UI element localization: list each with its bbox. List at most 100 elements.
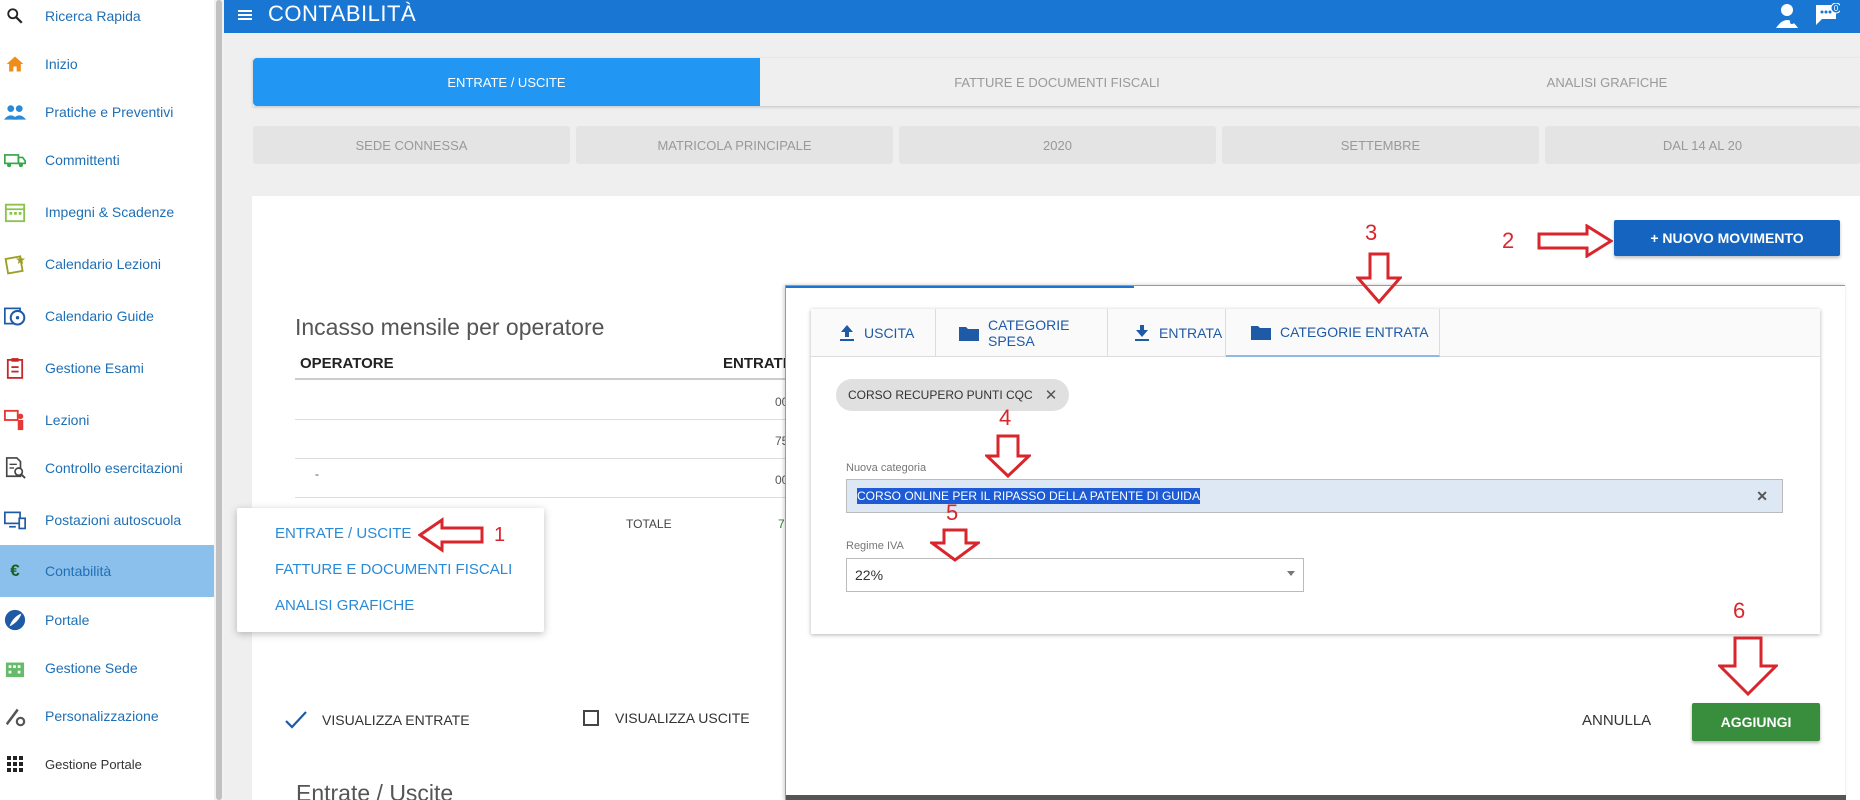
sidebar-item-calendario-guide[interactable]: Calendario Guide xyxy=(0,290,214,342)
sidebar-item-label: Portale xyxy=(45,612,89,628)
tab-label: CATEGORIE ENTRATA xyxy=(1280,324,1429,340)
annotation-2: 2 xyxy=(1502,228,1514,254)
filter-periodo[interactable]: DAL 14 AL 20 xyxy=(1545,126,1860,164)
tab-label: USCITA xyxy=(864,325,914,341)
search-icon xyxy=(4,5,26,27)
table-row: 75 xyxy=(295,420,785,459)
annulla-button[interactable]: ANNULLA xyxy=(1582,712,1651,729)
vat-select[interactable]: 22% xyxy=(846,558,1304,592)
clear-icon[interactable]: ✕ xyxy=(1756,488,1768,505)
sidebar-item-label: Lezioni xyxy=(45,412,89,428)
filter-matricola[interactable]: MATRICOLA PRINCIPALE xyxy=(576,126,893,164)
sidebar-item-postazioni[interactable]: Postazioni autoscuola xyxy=(0,494,214,546)
aggiungi-button[interactable]: AGGIUNGI xyxy=(1692,703,1820,741)
sidebar-item-ricerca-rapida[interactable]: Ricerca Rapida xyxy=(0,0,214,42)
sidebar-item-contabilita[interactable]: € Contabilità xyxy=(0,545,214,597)
sidebar: Ricerca Rapida Inizio Pratiche e Prevent… xyxy=(0,0,214,800)
new-category-label: Nuova categoria xyxy=(846,462,926,474)
total-label: TOTALE xyxy=(626,517,672,531)
annotation-5: 5 xyxy=(946,500,958,526)
dialog-bottom-edge xyxy=(786,795,1846,800)
euro-icon: € xyxy=(4,560,26,582)
chat-icon[interactable]: 0 xyxy=(1814,3,1840,27)
tab-fatture[interactable]: FATTURE E DOCUMENTI FISCALI xyxy=(760,58,1354,106)
sidebar-item-gestione-portale[interactable]: Gestione Portale xyxy=(0,738,214,790)
folder-icon xyxy=(959,325,979,341)
chip-remove-icon[interactable]: ✕ xyxy=(1045,386,1058,404)
download-icon xyxy=(1134,324,1150,342)
people-icon xyxy=(4,101,26,123)
sidebar-item-pratiche[interactable]: Pratiche e Preventivi xyxy=(0,86,214,138)
tab-analisi-grafiche[interactable]: ANALISI GRAFICHE xyxy=(1354,58,1860,106)
filter-sede[interactable]: SEDE CONNESSA xyxy=(253,126,570,164)
sidebar-item-label: Ricerca Rapida xyxy=(45,8,141,24)
annotation-arrow-down-icon xyxy=(1356,252,1402,304)
submenu-fatture[interactable]: FATTURE E DOCUMENTI FISCALI xyxy=(275,561,512,578)
sidebar-item-controllo-esercitazioni[interactable]: Controllo esercitazioni xyxy=(0,442,214,494)
sidebar-item-inizio[interactable]: Inizio xyxy=(0,38,214,90)
menu-icon[interactable] xyxy=(236,6,254,24)
category-chip[interactable]: CORSO RECUPERO PUNTI CQC ✕ xyxy=(836,379,1069,411)
user-doctor-icon[interactable] xyxy=(1774,2,1800,28)
home-icon xyxy=(4,53,26,75)
steering-icon xyxy=(4,305,26,327)
sidebar-item-committenti[interactable]: Committenti xyxy=(0,134,214,186)
teacher-icon xyxy=(4,409,26,431)
filter-mese[interactable]: SETTEMBRE xyxy=(1222,126,1539,164)
folder-icon xyxy=(1251,324,1271,340)
tab-entrate-uscite[interactable]: ENTRATE / USCITE xyxy=(253,58,760,106)
vat-value: 22% xyxy=(855,567,883,583)
table-row: - 00 xyxy=(295,459,785,498)
annotation-arrow-left-icon xyxy=(418,517,484,553)
checkbox-label: VISUALIZZA ENTRATE xyxy=(322,712,470,728)
section-title-entrate-uscite: Entrate / Uscite xyxy=(296,780,453,800)
annotation-arrow-right-icon xyxy=(1537,224,1613,258)
calendar-star-icon xyxy=(4,253,26,275)
upload-icon xyxy=(839,324,855,342)
tab-entrata[interactable]: ENTRATA xyxy=(1108,309,1226,357)
sidebar-item-label: Inizio xyxy=(45,56,78,72)
customize-icon xyxy=(4,705,26,727)
filter-anno[interactable]: 2020 xyxy=(899,126,1216,164)
visualizza-uscite-checkbox[interactable]: VISUALIZZA USCITE xyxy=(583,710,750,726)
sidebar-item-gestione-sede[interactable]: Gestione Sede xyxy=(0,642,214,694)
check-icon xyxy=(284,710,308,730)
row-operator: - xyxy=(315,467,319,481)
tab-categorie-entrata[interactable]: CATEGORIE ENTRATA xyxy=(1226,309,1440,357)
visualizza-entrate-checkbox[interactable]: VISUALIZZA ENTRATE xyxy=(284,710,470,730)
sidebar-item-calendario-lezioni[interactable]: Calendario Lezioni xyxy=(0,238,214,290)
checkbox-empty-icon xyxy=(583,710,599,726)
sidebar-item-label: Gestione Sede xyxy=(45,660,138,676)
sidebar-item-personalizzazione[interactable]: Personalizzazione xyxy=(0,690,214,742)
tab-uscita[interactable]: USCITA xyxy=(811,309,936,357)
total-value: 7 xyxy=(778,517,785,531)
nuovo-movimento-button[interactable]: + NUOVO MOVIMENTO xyxy=(1614,220,1840,256)
new-category-input[interactable]: CORSO ONLINE PER IL RIPASSO DELLA PATENT… xyxy=(846,479,1783,513)
annotation-4: 4 xyxy=(999,405,1011,431)
tab-categorie-spesa[interactable]: CATEGORIE SPESA xyxy=(936,309,1108,357)
annotation-3: 3 xyxy=(1365,220,1377,246)
sidebar-item-impegni[interactable]: Impegni & Scadenze xyxy=(0,186,214,238)
table-row: 00 xyxy=(295,381,785,420)
sidebar-scrollbar-thumb[interactable] xyxy=(216,0,222,800)
sidebar-item-label: Gestione Portale xyxy=(45,757,142,772)
sidebar-item-label: Gestione Esami xyxy=(45,360,144,376)
top-app-bar: CONTABILITÀ 0 xyxy=(224,0,1860,33)
sidebar-item-label: Pratiche e Preventivi xyxy=(45,104,173,120)
sidebar-scrollbar[interactable] xyxy=(214,0,224,800)
calendar-icon xyxy=(4,201,26,223)
new-category-value: CORSO ONLINE PER IL RIPASSO DELLA PATENT… xyxy=(857,488,1200,504)
app-root: Ricerca Rapida Inizio Pratiche e Prevent… xyxy=(0,0,1860,800)
sidebar-item-label: Contabilità xyxy=(45,563,111,579)
sidebar-item-portale[interactable]: Portale xyxy=(0,594,214,646)
sidebar-item-label: Calendario Lezioni xyxy=(45,256,161,272)
dropdown-arrow-icon xyxy=(1287,571,1295,576)
submenu-entrate-uscite[interactable]: ENTRATE / USCITE xyxy=(275,525,411,542)
sidebar-item-gestione-esami[interactable]: Gestione Esami xyxy=(0,342,214,394)
main-tabs: ENTRATE / USCITE FATTURE E DOCUMENTI FIS… xyxy=(253,58,1860,106)
feather-icon xyxy=(4,609,26,631)
page-title: CONTABILITÀ xyxy=(268,1,416,27)
submenu-analisi[interactable]: ANALISI GRAFICHE xyxy=(275,597,414,614)
sidebar-item-lezioni[interactable]: Lezioni xyxy=(0,394,214,446)
dialog-progress-line xyxy=(786,286,1134,288)
